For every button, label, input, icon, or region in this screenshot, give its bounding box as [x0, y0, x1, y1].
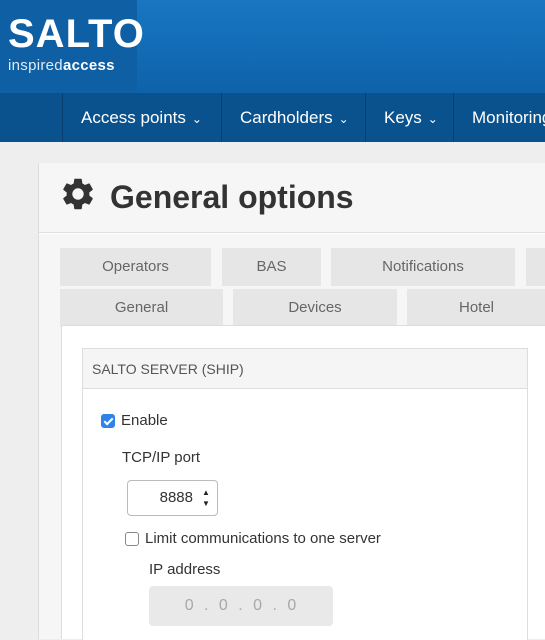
general-options-page: General options Operators BAS Notificati…	[38, 163, 545, 640]
limit-checkbox-row[interactable]: Limit communications to one server	[125, 530, 381, 548]
gear-icon	[63, 178, 93, 210]
main-nav: Access points ⌄ Cardholders ⌄ Keys ⌄ Monito…	[0, 93, 545, 142]
page-title: General options	[110, 179, 354, 215]
tab-operators[interactable]: Operators	[60, 248, 211, 286]
page-title-bar: General options	[39, 163, 545, 233]
logo-tagline: inspiredaccess	[8, 57, 115, 74]
chevron-down-icon: ⌄	[191, 112, 202, 126]
logo-wordmark: SALTO	[8, 12, 145, 56]
enable-checkbox-row[interactable]: Enable	[101, 412, 168, 430]
port-value: 8888	[159, 489, 193, 506]
salto-logo[interactable]: SALTO inspiredaccess	[0, 0, 144, 93]
nav-monitoring[interactable]: Monitoring	[453, 93, 545, 142]
section-heading: SALTO SERVER (SHIP)	[83, 349, 527, 389]
tab-bas[interactable]: BAS	[222, 248, 321, 286]
general-tab-panel: SALTO SERVER (SHIP) Enable TCP/IP port 8…	[61, 325, 545, 640]
enable-label: Enable	[121, 412, 168, 429]
spinner-arrows-icon[interactable]: ▲ ▼	[201, 487, 211, 509]
enable-checkbox[interactable]	[101, 414, 115, 428]
nav-cardholders[interactable]: Cardholders ⌄	[221, 93, 365, 142]
tab-overflow[interactable]	[526, 248, 545, 286]
tab-hotel[interactable]: Hotel	[407, 289, 545, 327]
tcp-port-input[interactable]: 8888 ▲ ▼	[127, 480, 218, 516]
chevron-down-icon: ⌄	[338, 112, 349, 126]
ip-address-label: IP address	[149, 561, 221, 578]
limit-checkbox[interactable]	[125, 532, 139, 546]
chevron-down-icon: ⌄	[427, 112, 438, 126]
tab-devices[interactable]: Devices	[233, 289, 397, 327]
tab-general[interactable]: General	[60, 289, 223, 327]
app-header: SALTO inspiredaccess	[0, 0, 545, 93]
nav-access-points[interactable]: Access points ⌄	[62, 93, 221, 142]
nav-keys[interactable]: Keys ⌄	[365, 93, 453, 142]
tcp-port-label: TCP/IP port	[122, 449, 201, 466]
ip-address-input[interactable]: 0 . 0 . 0 . 0	[149, 586, 333, 626]
salto-server-section: SALTO SERVER (SHIP) Enable TCP/IP port 8…	[82, 348, 528, 640]
tab-notifications[interactable]: Notifications	[331, 248, 515, 286]
limit-label: Limit communications to one server	[145, 530, 381, 547]
